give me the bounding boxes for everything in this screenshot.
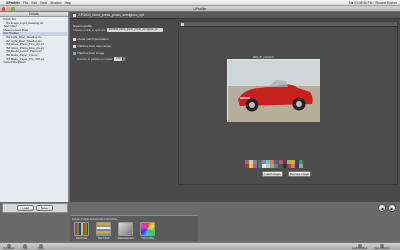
patch-count-label: Number of patches to create	[77, 57, 113, 61]
window-title: i1Profiler	[193, 7, 207, 11]
step-icc-profile[interactable]: ICC Profile	[139, 222, 156, 240]
load-workflow-label: Load Workflow	[351, 247, 368, 250]
close-window-button[interactable]	[2, 7, 6, 11]
user-menu[interactable]: Simone Escher	[375, 1, 397, 5]
patch-set-icon	[74, 222, 89, 236]
load-images-button[interactable]: Load Images	[262, 171, 283, 177]
help-button[interactable]: Help	[18, 243, 32, 250]
image-icon[interactable]	[181, 22, 184, 26]
reset-patches-checkbox[interactable]	[73, 37, 76, 41]
save-workflow-button[interactable]: Save Workflow	[373, 243, 391, 250]
settings-panel: Source profile Choose profile to optimiz…	[70, 19, 177, 202]
color-swatch	[299, 164, 304, 169]
zoom-window-button[interactable]	[11, 7, 15, 11]
preview-toolbar	[179, 22, 397, 27]
step-patch-set[interactable]: Patch Set	[73, 222, 90, 240]
step-measurement[interactable]: Measurement	[117, 222, 134, 240]
home-button[interactable]: Home	[34, 243, 48, 250]
full-screen-label: Full Screen	[3, 247, 15, 250]
full-screen-button[interactable]: Full Screen	[2, 243, 16, 250]
remove-image-button[interactable]: Remove Image	[288, 171, 311, 177]
step-test-chart[interactable]: Test Chart	[95, 222, 112, 240]
clock[interactable]: Sat 03:08:36 PM	[349, 1, 373, 5]
tone-ramps-label: Patches from tone ramps	[77, 44, 112, 48]
measurement-device-icon	[118, 222, 133, 236]
image-preview-panel: IMG_47_corvet.tif Load Images Remove Ima…	[178, 21, 398, 185]
document-icon	[73, 13, 76, 17]
car-photo	[227, 59, 320, 122]
save-button[interactable]: Save	[35, 205, 53, 211]
minimize-window-button[interactable]	[6, 7, 10, 11]
source-profile-hint: Choose profile to optimize	[73, 28, 106, 32]
next-arrow-icon[interactable]: ▶	[388, 204, 396, 212]
car-illustration	[228, 60, 320, 122]
step-label: Measurement	[117, 237, 134, 240]
save-workflow-label: Save Workflow	[374, 247, 390, 250]
menu-edit[interactable]: Edit	[31, 1, 37, 5]
bottom-area: Load Save ◀ ▶ Printer Profile Optimizati…	[0, 202, 400, 242]
file-title: EP3000_Ilford_press_photo_semigloss_opt	[78, 13, 145, 17]
load-button[interactable]: Load	[17, 205, 34, 211]
test-chart-icon	[96, 222, 111, 236]
navigation-buttons: ◀ ▶	[378, 204, 396, 212]
home-label: Home	[37, 247, 45, 250]
source-profile-select[interactable]: EP3000_Ilford_press_photo_semigloss_ts	[107, 28, 164, 32]
step-label: Patch Set	[75, 237, 88, 240]
patch-count-input[interactable]: 150	[114, 57, 123, 61]
color-patch-strip	[245, 160, 304, 169]
patches-from-image-label: Patches from image	[77, 51, 105, 55]
menu-app-name[interactable]: i1Profiler	[6, 1, 20, 5]
sidebar-tree: Patch Set B1 Image_Light_Reading.txt Tes…	[0, 17, 68, 66]
patches-from-image-checkbox[interactable]	[73, 51, 76, 55]
sidebar: Details Patch Set B1 Image_Light_Reading…	[0, 12, 69, 202]
file-header: EP3000_Ilford_press_photo_semigloss_opt	[70, 12, 400, 19]
tree-item-saved-workflows[interactable]: Saved Workflows	[2, 61, 67, 65]
menu-help[interactable]: Help	[65, 1, 72, 5]
workflow-panel: Printer Profile Optimization Workflow Pa…	[70, 215, 198, 241]
menu-window[interactable]: Window	[50, 1, 61, 5]
tone-ramps-checkbox[interactable]	[73, 44, 76, 48]
load-save-bar: Load Save	[2, 203, 68, 213]
patch-count-stepper[interactable]	[122, 57, 126, 61]
back-arrow-icon[interactable]: ◀	[378, 204, 386, 212]
menu-view[interactable]: View	[40, 1, 47, 5]
load-workflow-button[interactable]: Load Workflow	[351, 243, 368, 250]
footer-toolbar: Full Screen Help Home Load Workflow Save…	[0, 242, 400, 250]
main-panel: EP3000_Ilford_press_photo_semigloss_opt …	[70, 12, 400, 202]
step-label: ICC Profile	[141, 237, 154, 240]
step-label: Test Chart	[97, 237, 110, 240]
menu-file[interactable]: File	[23, 1, 28, 5]
reset-patches-label: Reset patch generation	[77, 37, 109, 41]
help-label: Help	[22, 247, 28, 250]
icc-profile-icon	[140, 222, 155, 236]
